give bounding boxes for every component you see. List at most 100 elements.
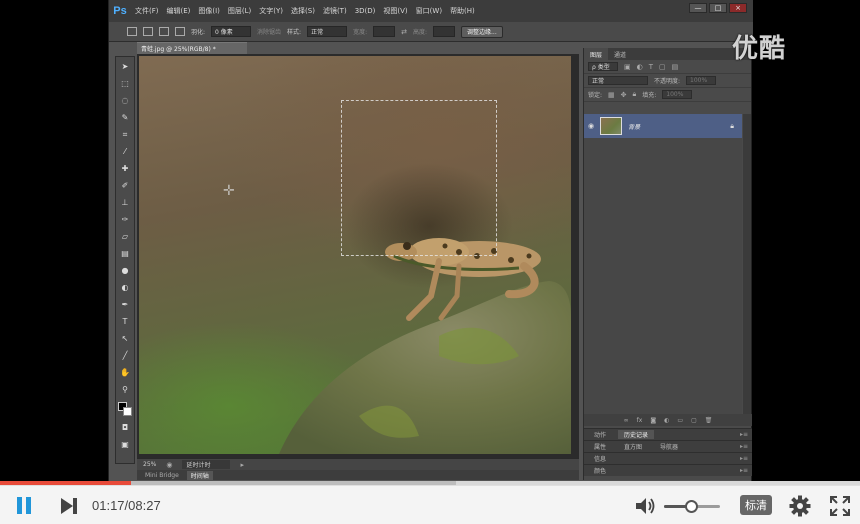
brush-tool-icon[interactable]: ✐ <box>118 180 132 192</box>
panel-expand-icon[interactable]: ▸≡ <box>740 431 752 438</box>
group-icon[interactable]: ▭ <box>677 417 683 424</box>
fullscreen-icon[interactable] <box>830 496 850 516</box>
pen-tool-icon[interactable]: ✒ <box>118 299 132 311</box>
new-selection-icon[interactable] <box>143 27 153 36</box>
stamp-tool-icon[interactable]: ⊥ <box>118 197 132 209</box>
visibility-eye-icon[interactable]: ◉ <box>588 122 594 130</box>
volume-slider[interactable] <box>664 500 720 513</box>
swap-icon[interactable]: ⇄ <box>401 28 407 36</box>
add-selection-icon[interactable] <box>159 27 169 36</box>
eyedropper-tool-icon[interactable]: ⁄ <box>118 146 132 158</box>
tab-history[interactable]: 历史记录 <box>618 430 655 439</box>
width-input[interactable] <box>373 26 396 37</box>
tab-layers[interactable]: 图层 <box>584 48 609 60</box>
frog-photo[interactable]: ✛ <box>139 56 571 454</box>
layers-scrollbar[interactable] <box>743 114 751 414</box>
volume-icon[interactable] <box>634 496 656 516</box>
maximize-button[interactable]: □ <box>709 3 727 13</box>
filter-pixel-icon[interactable]: ▣ <box>624 63 631 71</box>
video-frame[interactable]: Ps 文件(F) 编辑(E) 图像(I) 图层(L) 文字(Y) 选择(S) 滤… <box>0 0 860 484</box>
adjustment-layer-icon[interactable]: ◐ <box>664 417 669 424</box>
lock-pixels-icon[interactable]: ▦ <box>608 91 615 99</box>
color-swatches[interactable] <box>117 401 133 417</box>
history-brush-tool-icon[interactable]: ✑ <box>118 214 132 226</box>
antialias-checkbox[interactable]: 消除锯齿 <box>257 27 281 36</box>
menu-3d[interactable]: 3D(D) <box>351 7 380 15</box>
panel-expand-icon[interactable]: ▸≡ <box>740 455 752 462</box>
line-tool-icon[interactable]: ╱ <box>118 350 132 362</box>
status-info[interactable]: 延时计时 <box>182 460 231 469</box>
tab-timeline[interactable]: 时间轴 <box>186 470 213 480</box>
next-icon[interactable] <box>58 497 80 515</box>
filter-shape-icon[interactable]: ▢ <box>659 63 666 71</box>
quick-select-tool-icon[interactable]: ✎ <box>118 112 132 124</box>
healing-brush-tool-icon[interactable]: ✚ <box>118 163 132 175</box>
style-select[interactable]: 正常 <box>307 26 348 37</box>
tab-info[interactable]: 信息 <box>588 454 612 463</box>
screen-mode-icon[interactable]: ▣ <box>118 439 132 451</box>
menu-filter[interactable]: 滤镜(T) <box>319 6 351 16</box>
marquee-tool-icon[interactable]: ⬚ <box>118 78 132 90</box>
menu-window[interactable]: 窗口(W) <box>412 6 446 16</box>
filter-adjust-icon[interactable]: ◐ <box>637 63 643 71</box>
blend-mode-select[interactable]: 正常 <box>588 76 648 85</box>
move-tool-icon[interactable]: ➤ <box>118 61 132 73</box>
new-layer-icon[interactable]: ▢ <box>691 417 697 424</box>
tab-actions[interactable]: 动作 <box>588 430 612 439</box>
crop-tool-icon[interactable]: ⌗ <box>118 129 132 141</box>
menu-help[interactable]: 帮助(H) <box>446 6 479 16</box>
lock-position-icon[interactable]: ✥ <box>621 91 627 99</box>
filter-type-icon[interactable]: T <box>649 63 653 71</box>
delete-layer-icon[interactable]: 🗑︎ <box>705 417 713 424</box>
close-button[interactable]: × <box>729 3 747 13</box>
path-select-tool-icon[interactable]: ↖ <box>118 333 132 345</box>
minimize-button[interactable]: — <box>689 3 707 13</box>
status-arrow-icon[interactable]: ▸ <box>240 461 244 469</box>
subtract-selection-icon[interactable] <box>175 27 185 36</box>
fill-input[interactable]: 100% <box>662 90 693 99</box>
panel-expand-icon[interactable]: ▸≡ <box>740 443 752 450</box>
quick-mask-icon[interactable]: ◘ <box>118 422 132 434</box>
zoom-level[interactable]: 25% <box>143 461 156 468</box>
gear-icon[interactable] <box>789 495 811 517</box>
fx-icon[interactable]: fx <box>637 417 643 424</box>
dodge-tool-icon[interactable]: ◐ <box>118 282 132 294</box>
feather-input[interactable]: 0 像素 <box>211 26 252 37</box>
background-color[interactable] <box>123 407 132 416</box>
menu-view[interactable]: 视图(V) <box>379 6 411 16</box>
gradient-tool-icon[interactable]: ▤ <box>118 248 132 260</box>
selection-marquee[interactable] <box>341 100 497 256</box>
tab-properties[interactable]: 属性 <box>588 442 612 451</box>
menu-select[interactable]: 选择(S) <box>287 6 319 16</box>
menu-layer[interactable]: 图层(L) <box>224 6 255 16</box>
zoom-tool-icon[interactable]: ⚲ <box>118 384 132 396</box>
eraser-tool-icon[interactable]: ▱ <box>118 231 132 243</box>
lasso-tool-icon[interactable]: ◌ <box>118 95 132 107</box>
tab-navigator[interactable]: 导航器 <box>654 442 684 451</box>
layer-background[interactable]: ◉ 背景 🔒︎ <box>584 114 742 138</box>
status-options-icon[interactable]: ◉ <box>166 461 172 469</box>
layer-kind-select[interactable]: ρ 类型 <box>588 62 618 71</box>
menu-file[interactable]: 文件(F) <box>131 6 163 16</box>
volume-handle[interactable] <box>685 500 698 513</box>
tab-channels[interactable]: 通道 <box>608 48 632 60</box>
menu-edit[interactable]: 编辑(E) <box>163 6 195 16</box>
tab-histogram[interactable]: 直方图 <box>618 442 648 451</box>
tab-mini-bridge[interactable]: Mini Bridge <box>141 471 183 480</box>
add-mask-icon[interactable]: ◙ <box>650 417 656 424</box>
lock-all-icon[interactable]: 🔒︎ <box>633 90 637 99</box>
layer-name[interactable]: 背景 <box>628 122 640 131</box>
blur-tool-icon[interactable]: ● <box>118 265 132 277</box>
opacity-input[interactable]: 100% <box>686 76 717 85</box>
filter-smart-icon[interactable]: ▤ <box>672 63 679 71</box>
menu-image[interactable]: 图像(I) <box>194 6 224 16</box>
hand-tool-icon[interactable]: ✋ <box>118 367 132 379</box>
document-canvas[interactable]: ✛ <box>137 54 579 458</box>
refine-edge-button[interactable]: 调整边缘... <box>461 25 503 38</box>
type-tool-icon[interactable]: T <box>118 316 132 328</box>
quality-button[interactable]: 标清 <box>740 495 772 515</box>
rect-marquee-icon[interactable] <box>127 27 137 36</box>
document-tab[interactable]: 青蛙.jpg @ 25%(RGB/8) * <box>137 42 247 54</box>
tab-color[interactable]: 颜色 <box>588 466 612 475</box>
panel-expand-icon[interactable]: ▸≡ <box>740 467 752 474</box>
